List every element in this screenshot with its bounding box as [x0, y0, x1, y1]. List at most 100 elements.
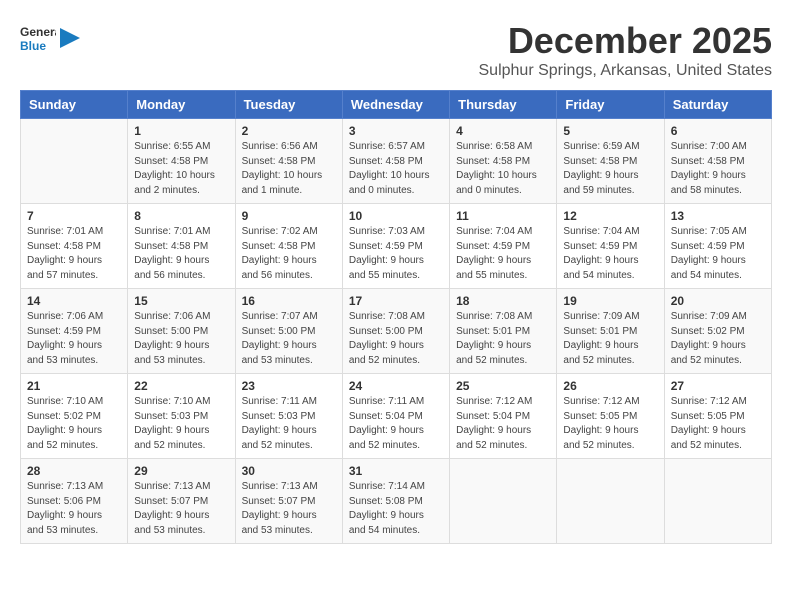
sunrise-time: Sunrise: 7:13 AM: [134, 481, 210, 492]
column-header-friday: Friday: [557, 91, 664, 119]
day-number: 10: [349, 209, 443, 223]
sunrise-time: Sunrise: 7:08 AM: [456, 311, 532, 322]
svg-text:Blue: Blue: [20, 39, 46, 53]
sunset-time: Sunset: 5:03 PM: [134, 411, 208, 422]
day-info: Sunrise: 7:00 AM Sunset: 4:58 PM Dayligh…: [671, 140, 765, 198]
day-info: Sunrise: 7:04 AM Sunset: 4:59 PM Dayligh…: [456, 225, 550, 283]
day-info: Sunrise: 7:06 AM Sunset: 5:00 PM Dayligh…: [134, 310, 228, 368]
daylight-hours: Daylight: 9 hours and 52 minutes.: [349, 425, 424, 451]
sunrise-time: Sunrise: 7:03 AM: [349, 226, 425, 237]
sunset-time: Sunset: 5:02 PM: [27, 411, 101, 422]
daylight-hours: Daylight: 9 hours and 54 minutes.: [349, 510, 424, 536]
sunrise-time: Sunrise: 6:59 AM: [563, 141, 639, 152]
sunrise-time: Sunrise: 7:12 AM: [456, 396, 532, 407]
day-info: Sunrise: 7:01 AM Sunset: 4:58 PM Dayligh…: [134, 225, 228, 283]
day-number: 20: [671, 294, 765, 308]
daylight-hours: Daylight: 9 hours and 56 minutes.: [242, 255, 317, 281]
day-number: 1: [134, 124, 228, 138]
day-number: 4: [456, 124, 550, 138]
day-number: 5: [563, 124, 657, 138]
sunrise-time: Sunrise: 7:08 AM: [349, 311, 425, 322]
calendar-cell: [21, 119, 128, 204]
day-info: Sunrise: 7:02 AM Sunset: 4:58 PM Dayligh…: [242, 225, 336, 283]
sunrise-time: Sunrise: 7:11 AM: [242, 396, 317, 407]
daylight-hours: Daylight: 9 hours and 55 minutes.: [456, 255, 531, 281]
calendar-cell: 25 Sunrise: 7:12 AM Sunset: 5:04 PM Dayl…: [450, 374, 557, 459]
sunset-time: Sunset: 5:03 PM: [242, 411, 316, 422]
sunrise-time: Sunrise: 6:58 AM: [456, 141, 532, 152]
day-number: 14: [27, 294, 121, 308]
daylight-hours: Daylight: 9 hours and 53 minutes.: [27, 510, 102, 536]
calendar-cell: 23 Sunrise: 7:11 AM Sunset: 5:03 PM Dayl…: [235, 374, 342, 459]
logo: General Blue: [20, 20, 80, 56]
day-number: 17: [349, 294, 443, 308]
day-info: Sunrise: 7:06 AM Sunset: 4:59 PM Dayligh…: [27, 310, 121, 368]
sunrise-time: Sunrise: 7:01 AM: [134, 226, 210, 237]
column-header-wednesday: Wednesday: [342, 91, 449, 119]
day-number: 23: [242, 379, 336, 393]
daylight-hours: Daylight: 9 hours and 52 minutes.: [134, 425, 209, 451]
daylight-hours: Daylight: 9 hours and 53 minutes.: [242, 510, 317, 536]
calendar-cell: 13 Sunrise: 7:05 AM Sunset: 4:59 PM Dayl…: [664, 204, 771, 289]
day-number: 28: [27, 464, 121, 478]
calendar-cell: 6 Sunrise: 7:00 AM Sunset: 4:58 PM Dayli…: [664, 119, 771, 204]
daylight-hours: Daylight: 9 hours and 53 minutes.: [134, 340, 209, 366]
day-info: Sunrise: 7:10 AM Sunset: 5:03 PM Dayligh…: [134, 395, 228, 453]
day-number: 25: [456, 379, 550, 393]
calendar-cell: 16 Sunrise: 7:07 AM Sunset: 5:00 PM Dayl…: [235, 289, 342, 374]
month-title: December 2025: [479, 20, 773, 62]
day-info: Sunrise: 6:56 AM Sunset: 4:58 PM Dayligh…: [242, 140, 336, 198]
day-info: Sunrise: 7:03 AM Sunset: 4:59 PM Dayligh…: [349, 225, 443, 283]
sunrise-time: Sunrise: 7:10 AM: [134, 396, 210, 407]
sunset-time: Sunset: 5:04 PM: [349, 411, 423, 422]
calendar-cell: 21 Sunrise: 7:10 AM Sunset: 5:02 PM Dayl…: [21, 374, 128, 459]
day-number: 13: [671, 209, 765, 223]
sunset-time: Sunset: 4:59 PM: [456, 241, 530, 252]
day-number: 9: [242, 209, 336, 223]
calendar-cell: 27 Sunrise: 7:12 AM Sunset: 5:05 PM Dayl…: [664, 374, 771, 459]
column-header-saturday: Saturday: [664, 91, 771, 119]
sunset-time: Sunset: 5:05 PM: [563, 411, 637, 422]
calendar-cell: 28 Sunrise: 7:13 AM Sunset: 5:06 PM Dayl…: [21, 459, 128, 544]
day-number: 24: [349, 379, 443, 393]
calendar-cell: [450, 459, 557, 544]
calendar-cell: 1 Sunrise: 6:55 AM Sunset: 4:58 PM Dayli…: [128, 119, 235, 204]
logo-bird-icon: General Blue: [20, 20, 56, 56]
header: General Blue December 2025 Sulphur Sprin…: [20, 20, 772, 80]
daylight-hours: Daylight: 9 hours and 52 minutes.: [456, 340, 531, 366]
day-info: Sunrise: 7:05 AM Sunset: 4:59 PM Dayligh…: [671, 225, 765, 283]
sunrise-time: Sunrise: 7:07 AM: [242, 311, 318, 322]
day-info: Sunrise: 7:12 AM Sunset: 5:05 PM Dayligh…: [671, 395, 765, 453]
day-number: 31: [349, 464, 443, 478]
calendar-week-row: 21 Sunrise: 7:10 AM Sunset: 5:02 PM Dayl…: [21, 374, 772, 459]
daylight-hours: Daylight: 9 hours and 52 minutes.: [27, 425, 102, 451]
calendar-cell: 15 Sunrise: 7:06 AM Sunset: 5:00 PM Dayl…: [128, 289, 235, 374]
day-info: Sunrise: 7:11 AM Sunset: 5:04 PM Dayligh…: [349, 395, 443, 453]
sunrise-time: Sunrise: 7:10 AM: [27, 396, 103, 407]
calendar-week-row: 14 Sunrise: 7:06 AM Sunset: 4:59 PM Dayl…: [21, 289, 772, 374]
calendar-cell: 12 Sunrise: 7:04 AM Sunset: 4:59 PM Dayl…: [557, 204, 664, 289]
daylight-hours: Daylight: 9 hours and 54 minutes.: [671, 255, 746, 281]
daylight-hours: Daylight: 9 hours and 53 minutes.: [27, 340, 102, 366]
calendar-cell: 5 Sunrise: 6:59 AM Sunset: 4:58 PM Dayli…: [557, 119, 664, 204]
daylight-hours: Daylight: 9 hours and 52 minutes.: [671, 340, 746, 366]
day-info: Sunrise: 6:59 AM Sunset: 4:58 PM Dayligh…: [563, 140, 657, 198]
calendar-header-row: SundayMondayTuesdayWednesdayThursdayFrid…: [21, 91, 772, 119]
day-info: Sunrise: 7:10 AM Sunset: 5:02 PM Dayligh…: [27, 395, 121, 453]
daylight-hours: Daylight: 10 hours and 0 minutes.: [349, 170, 430, 196]
sunrise-time: Sunrise: 7:13 AM: [242, 481, 318, 492]
sunrise-time: Sunrise: 7:02 AM: [242, 226, 318, 237]
calendar-cell: 10 Sunrise: 7:03 AM Sunset: 4:59 PM Dayl…: [342, 204, 449, 289]
sunset-time: Sunset: 4:58 PM: [349, 156, 423, 167]
day-number: 16: [242, 294, 336, 308]
day-info: Sunrise: 7:13 AM Sunset: 5:06 PM Dayligh…: [27, 480, 121, 538]
sunset-time: Sunset: 5:04 PM: [456, 411, 530, 422]
day-info: Sunrise: 6:58 AM Sunset: 4:58 PM Dayligh…: [456, 140, 550, 198]
sunset-time: Sunset: 5:00 PM: [242, 326, 316, 337]
sunset-time: Sunset: 4:58 PM: [456, 156, 530, 167]
day-number: 21: [27, 379, 121, 393]
calendar-cell: [557, 459, 664, 544]
daylight-hours: Daylight: 10 hours and 2 minutes.: [134, 170, 215, 196]
daylight-hours: Daylight: 9 hours and 52 minutes.: [563, 340, 638, 366]
calendar-cell: 18 Sunrise: 7:08 AM Sunset: 5:01 PM Dayl…: [450, 289, 557, 374]
